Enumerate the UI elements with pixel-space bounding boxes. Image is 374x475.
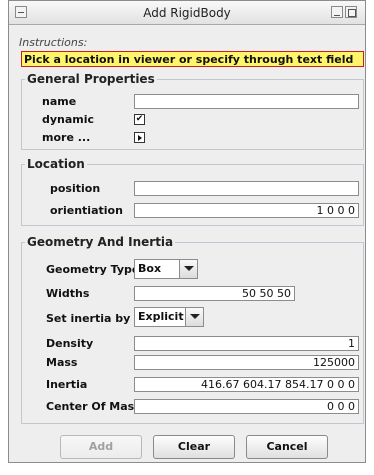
title-bar[interactable]: Add RigidBody <box>9 1 365 25</box>
name-label: name <box>42 95 77 108</box>
mass-input[interactable]: 125000 <box>134 355 359 370</box>
location-legend: Location <box>25 157 87 171</box>
geometry-inertia-legend: Geometry And Inertia <box>25 235 176 249</box>
maximize-icon[interactable] <box>345 6 357 18</box>
expand-arrow-icon[interactable] <box>134 132 145 143</box>
geometry-type-value: Box <box>138 262 162 275</box>
inertia-label: Inertia <box>46 378 88 391</box>
widths-input[interactable]: 50 50 50 <box>134 286 295 301</box>
general-properties-group: General Properties name dynamic ✔ more .… <box>21 72 364 150</box>
minimize-icon[interactable] <box>331 6 343 18</box>
geometry-type-select[interactable]: Box <box>134 259 198 279</box>
inertia-by-select[interactable]: Explicit <box>134 307 204 327</box>
window-title: Add RigidBody <box>143 6 231 20</box>
chevron-down-icon[interactable] <box>185 308 203 326</box>
widths-label: Widths <box>46 287 90 300</box>
chevron-down-icon[interactable] <box>179 260 197 278</box>
instructions-label: Instructions: <box>19 36 88 49</box>
density-label: Density <box>46 337 94 350</box>
inertia-by-value: Explicit <box>138 310 184 323</box>
center-of-mass-input[interactable]: 0 0 0 <box>134 399 359 414</box>
orientation-label: orientiation <box>50 204 123 217</box>
position-label: position <box>50 182 101 195</box>
inertia-input[interactable]: 416.67 604.17 854.17 0 0 0 <box>134 377 359 392</box>
add-button[interactable]: Add <box>60 435 142 459</box>
dialog-window: Add RigidBody Instructions: Pick a locat… <box>8 0 366 463</box>
dynamic-label: dynamic <box>42 113 95 126</box>
cancel-button[interactable]: Cancel <box>246 435 328 459</box>
geometry-type-label: Geometry Type <box>46 263 140 276</box>
name-input[interactable] <box>134 94 359 109</box>
clear-button[interactable]: Clear <box>153 435 235 459</box>
inertia-by-label: Set inertia by <box>46 312 131 325</box>
position-input[interactable] <box>134 181 359 196</box>
mass-label: Mass <box>46 356 78 369</box>
geometry-inertia-group: Geometry And Inertia Geometry Type Box W… <box>21 235 364 424</box>
more-label: more ... <box>42 131 91 144</box>
instructions-text: Pick a location in viewer or specify thr… <box>21 51 364 67</box>
general-properties-legend: General Properties <box>25 72 157 86</box>
density-input[interactable]: 1 <box>134 336 359 351</box>
center-of-mass-label: Center Of Mass <box>46 400 141 413</box>
orientation-input[interactable]: 1 0 0 0 <box>134 203 359 218</box>
location-group: Location position orientiation 1 0 0 0 <box>21 157 364 226</box>
dynamic-checkbox[interactable]: ✔ <box>134 114 145 125</box>
